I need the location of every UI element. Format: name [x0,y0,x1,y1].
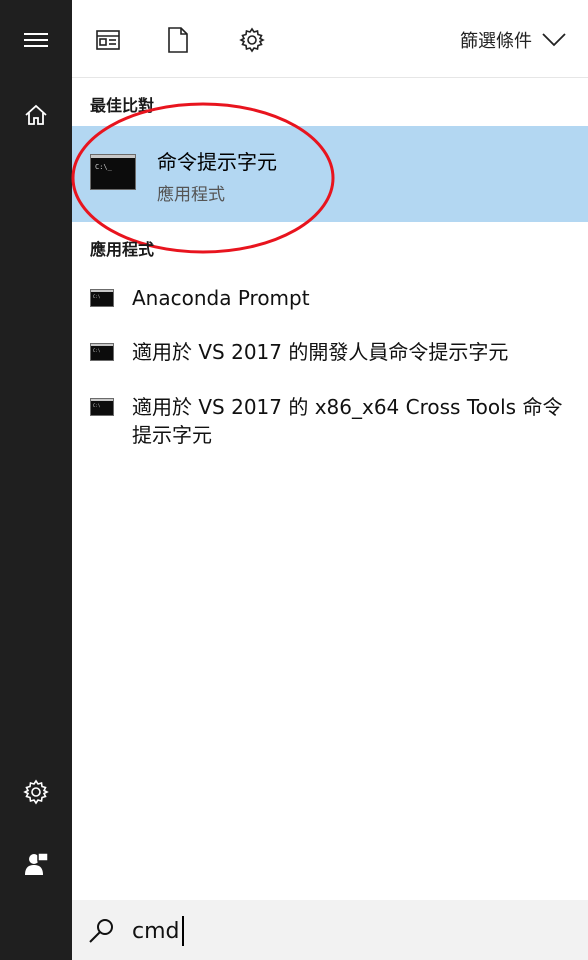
app-label: 適用於 VS 2017 的 x86_x64 Cross Tools 命令提示字元 [132,395,563,447]
user-button[interactable] [0,840,72,888]
search-results-panel: 篩選條件 最佳比對 C:\_ 命令提示字元 應用程式 應用程式 C:\ Anac… [71,0,588,960]
app-item-anaconda[interactable]: C:\ Anaconda Prompt [72,284,588,314]
filter-dropdown[interactable]: 篩選條件 [460,26,566,54]
svg-text:C:\: C:\ [93,348,101,353]
search-toolbar: 篩選條件 [72,0,588,78]
search-box[interactable]: cmd [72,900,588,960]
apps-heading: 應用程式 [90,240,155,259]
command-prompt-icon: C:\ [90,398,114,416]
command-prompt-icon: C:\_ [90,154,136,190]
app-item-vs2017-cross-tools-prompt[interactable]: C:\ 適用於 VS 2017 的 x86_x64 Cross Tools 命令… [72,393,588,451]
hamburger-icon [24,33,48,47]
menu-button[interactable] [0,16,72,64]
filter-label: 篩選條件 [460,31,532,52]
svg-text:C:\: C:\ [93,294,101,299]
apps-filter-button[interactable] [88,20,128,60]
settings-filter-button[interactable] [232,20,272,60]
gear-icon [239,27,265,53]
best-match-item[interactable]: C:\_ 命令提示字元 應用程式 [72,126,588,222]
app-label: Anaconda Prompt [132,286,310,310]
user-icon [25,852,49,875]
svg-text:C:\: C:\ [93,403,101,408]
document-window-icon [96,30,120,50]
best-match-title: 命令提示字元 [157,150,277,174]
best-match-heading: 最佳比對 [90,96,155,115]
start-rail [0,0,72,960]
settings-button[interactable] [0,768,72,816]
app-label: 適用於 VS 2017 的開發人員命令提示字元 [132,340,509,364]
search-icon [89,919,113,943]
documents-filter-button[interactable] [158,20,198,60]
search-query: cmd [132,918,180,944]
command-prompt-icon: C:\ [90,343,114,361]
svg-text:C:\_: C:\_ [95,163,113,171]
chevron-down-icon [542,33,566,47]
file-icon [168,27,188,53]
command-prompt-icon: C:\ [90,289,114,307]
text-caret [181,916,184,946]
home-icon [25,104,47,125]
home-button[interactable] [0,91,72,139]
gear-icon [23,779,49,805]
search-input[interactable]: cmd [132,915,184,947]
best-match-subtitle: 應用程式 [157,185,225,205]
app-item-vs2017-dev-prompt[interactable]: C:\ 適用於 VS 2017 的開發人員命令提示字元 [72,338,588,368]
